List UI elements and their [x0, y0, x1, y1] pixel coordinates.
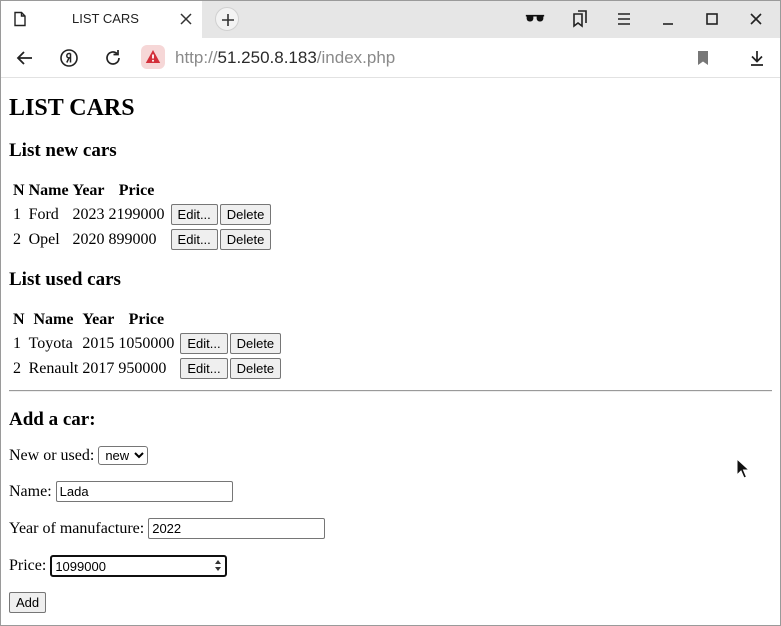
cell-price: 2199000	[108, 205, 165, 223]
year-input[interactable]	[148, 518, 326, 539]
edit-button[interactable]: Edit...	[170, 229, 218, 250]
cell-year: 2023	[72, 205, 105, 223]
table-header-row: N Name Year Price	[12, 181, 272, 201]
table-row: 2 Renault 2017 950000 Edit... Delete	[12, 357, 282, 380]
url-path: /index.php	[316, 48, 396, 67]
page-title: LIST CARS	[9, 95, 135, 121]
new-cars-heading: List new cars	[9, 140, 117, 161]
column-header: N	[13, 182, 25, 199]
delete-button[interactable]: Delete	[229, 358, 282, 379]
yandex-icon[interactable]	[59, 48, 79, 68]
cell-name: Opel	[28, 230, 60, 248]
new-cars-table: N Name Year Price 1 Ford 2023 2199000 Ed…	[10, 179, 274, 253]
incognito-glasses-icon[interactable]	[525, 9, 545, 29]
column-header: Name	[33, 311, 74, 328]
browser-tab[interactable]: LIST CARS	[0, 0, 202, 38]
new-tab-button[interactable]	[215, 7, 239, 31]
url-host: 51.250.8.183	[217, 48, 317, 67]
edit-button[interactable]: Edit...	[180, 333, 228, 354]
mouse-pointer-icon	[736, 458, 750, 479]
cell-n: 2	[13, 359, 21, 377]
cell-actions: Edit... Delete	[168, 203, 273, 226]
bookmarks-collections-icon[interactable]	[570, 9, 590, 29]
cell-name: Renault	[28, 359, 79, 377]
cell-actions: Edit... Delete	[177, 332, 282, 355]
table-row: 1 Ford 2023 2199000 Edit... Delete	[12, 203, 272, 226]
price-label: Price:	[9, 557, 47, 574]
table-header-row: N Name Year Price	[12, 310, 282, 330]
column-header-empty	[177, 310, 282, 330]
security-warning-badge[interactable]	[141, 45, 165, 69]
cell-price: 1050000	[118, 334, 175, 352]
cell-n: 1	[13, 334, 21, 352]
name-input[interactable]	[55, 481, 233, 502]
column-header: Price	[118, 182, 155, 199]
column-header-empty	[168, 181, 273, 201]
number-spinner-icon[interactable]	[214, 559, 222, 572]
cell-price: 899000	[108, 230, 157, 248]
cell-n: 2	[13, 230, 21, 248]
year-row: Year of manufacture:	[9, 518, 326, 539]
bookmark-icon[interactable]	[693, 48, 713, 68]
cell-year: 2015	[82, 334, 115, 352]
page-icon	[14, 11, 26, 27]
divider	[9, 390, 772, 392]
add-car-heading: Add a car:	[9, 409, 96, 430]
tab-bar: LIST CARS	[0, 0, 781, 38]
column-header: Name	[28, 182, 69, 199]
download-icon[interactable]	[747, 48, 767, 68]
year-label: Year of manufacture:	[9, 519, 145, 537]
cell-year: 2017	[82, 359, 115, 377]
type-row: New or used: new	[9, 446, 149, 465]
column-header: Price	[128, 311, 165, 328]
price-row: Price:	[9, 555, 228, 577]
address-bar: http://51.250.8.183/index.php	[0, 38, 781, 78]
delete-button[interactable]: Delete	[219, 229, 272, 250]
price-field	[50, 555, 228, 577]
type-select[interactable]: new	[98, 446, 149, 465]
cell-name: Ford	[28, 205, 59, 223]
close-window-icon[interactable]	[746, 9, 766, 29]
plus-icon	[222, 14, 234, 26]
back-arrow-icon[interactable]	[15, 48, 35, 68]
url-scheme: http://	[175, 48, 218, 67]
url-field[interactable]: http://51.250.8.183/index.php	[175, 48, 395, 68]
used-cars-heading: List used cars	[9, 269, 121, 290]
column-header: Year	[82, 311, 115, 328]
minimize-icon[interactable]	[658, 9, 678, 29]
table-row: 1 Toyota 2015 1050000 Edit... Delete	[12, 332, 282, 355]
name-label: Name:	[9, 482, 52, 500]
used-cars-table: N Name Year Price 1 Toyota 2015 1050000 …	[10, 308, 284, 382]
delete-button[interactable]: Delete	[219, 204, 272, 225]
cell-year: 2020	[72, 230, 105, 248]
type-label: New or used:	[9, 446, 95, 464]
maximize-icon[interactable]	[702, 9, 722, 29]
cell-actions: Edit... Delete	[177, 357, 282, 380]
menu-icon[interactable]	[614, 9, 634, 29]
delete-button[interactable]: Delete	[229, 333, 282, 354]
reload-icon[interactable]	[103, 48, 123, 68]
table-row: 2 Opel 2020 899000 Edit... Delete	[12, 228, 272, 251]
tab-title: LIST CARS	[72, 11, 139, 26]
cell-n: 1	[13, 205, 21, 223]
column-header: N	[13, 311, 25, 328]
edit-button[interactable]: Edit...	[180, 358, 228, 379]
security-warning-icon	[145, 50, 161, 63]
cell-actions: Edit... Delete	[168, 228, 273, 251]
add-button[interactable]: Add	[9, 592, 47, 613]
name-row: Name:	[9, 481, 233, 502]
cell-name: Toyota	[28, 334, 73, 352]
edit-button[interactable]: Edit...	[170, 204, 218, 225]
cell-price: 950000	[118, 359, 167, 377]
column-header: Year	[72, 182, 105, 199]
price-input[interactable]	[50, 555, 228, 577]
close-tab-icon[interactable]	[179, 12, 193, 26]
